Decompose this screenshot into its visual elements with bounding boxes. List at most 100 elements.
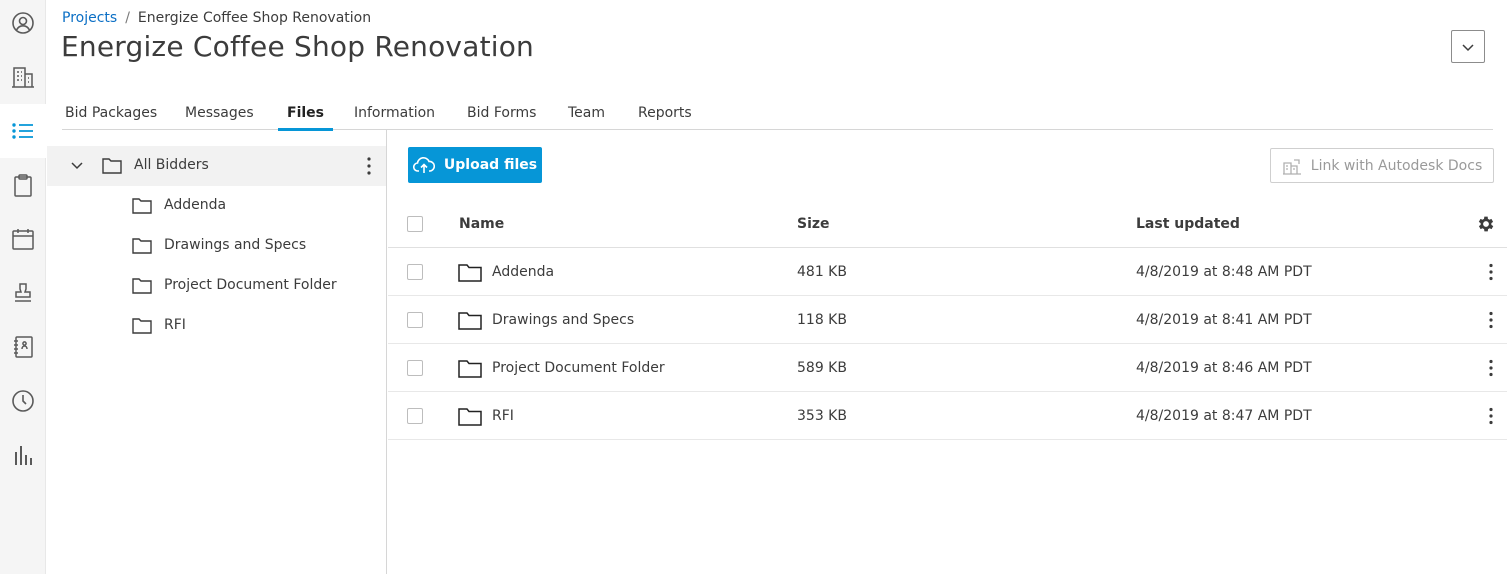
folder-icon <box>132 238 152 254</box>
row-name-cell: RFI <box>458 392 514 440</box>
tab-bid-forms[interactable]: Bid Forms <box>464 96 539 130</box>
tree-node-label: RFI <box>164 317 186 333</box>
table-row[interactable]: Addenda 481 KB 4/8/2019 at 8:48 AM PDT <box>388 248 1507 296</box>
address-book-icon <box>14 336 33 358</box>
rail-item-history[interactable] <box>0 374 46 428</box>
breadcrumb-projects-link[interactable]: Projects <box>62 10 117 26</box>
rail-item-tasks[interactable] <box>0 158 46 212</box>
row-name[interactable]: RFI <box>492 408 514 424</box>
folder-icon <box>102 158 122 174</box>
more-vertical-icon <box>1489 407 1493 425</box>
gear-icon[interactable] <box>1476 214 1496 234</box>
list-icon <box>12 123 33 139</box>
row-more-button[interactable] <box>1481 356 1501 380</box>
row-name[interactable]: Drawings and Specs <box>492 312 634 328</box>
tab-messages[interactable]: Messages <box>182 96 257 130</box>
rail-item-bid-list[interactable] <box>0 104 46 158</box>
more-vertical-icon <box>1489 311 1493 329</box>
tree-node-addenda[interactable]: Addenda <box>132 196 226 214</box>
clock-icon <box>12 390 34 412</box>
folder-icon <box>132 198 152 214</box>
table-settings-cell <box>1476 200 1496 248</box>
row-last-updated: 4/8/2019 at 8:48 AM PDT <box>1136 264 1312 280</box>
more-vertical-icon[interactable] <box>365 156 373 176</box>
row-name-cell: Drawings and Specs <box>458 296 634 344</box>
column-header-size[interactable]: Size <box>797 200 830 248</box>
project-actions-dropdown[interactable] <box>1451 30 1485 63</box>
bar-chart-icon <box>15 446 32 465</box>
user-circle-icon <box>12 12 34 34</box>
link-autodesk-docs-label: Link with Autodesk Docs <box>1310 157 1483 174</box>
rail-item-calendar[interactable] <box>0 212 46 266</box>
clipboard-icon <box>14 174 32 197</box>
folder-icon <box>458 408 482 426</box>
table-header: Name Size Last updated <box>388 200 1507 248</box>
row-last-updated: 4/8/2019 at 8:46 AM PDT <box>1136 360 1312 376</box>
row-size: 589 KB <box>797 360 847 376</box>
row-more-button[interactable] <box>1481 308 1501 332</box>
row-select-cell <box>407 344 423 392</box>
tab-files[interactable]: Files <box>278 96 333 131</box>
table-row[interactable]: RFI 353 KB 4/8/2019 at 8:47 AM PDT <box>388 392 1507 440</box>
row-name-cell: Project Document Folder <box>458 344 665 392</box>
row-name[interactable]: Addenda <box>492 264 554 280</box>
row-actions-cell <box>1481 296 1501 344</box>
column-header-last-updated[interactable]: Last updated <box>1136 200 1240 248</box>
more-vertical-icon <box>1489 359 1493 377</box>
table-row[interactable]: Project Document Folder 589 KB 4/8/2019 … <box>388 344 1507 392</box>
row-select-cell <box>407 296 423 344</box>
row-size: 118 KB <box>797 312 847 328</box>
select-all-checkbox[interactable] <box>407 216 423 232</box>
building-icon <box>12 67 34 88</box>
stamp-icon <box>15 283 31 302</box>
upload-files-button[interactable]: Upload files <box>408 147 542 183</box>
calendar-icon <box>12 229 34 250</box>
row-select-cell <box>407 248 423 296</box>
folder-icon <box>458 360 482 378</box>
rail-item-approvals[interactable] <box>0 266 46 320</box>
select-all-cell <box>407 200 423 248</box>
row-last-updated: 4/8/2019 at 8:47 AM PDT <box>1136 408 1312 424</box>
chevron-down-icon <box>1462 43 1474 51</box>
row-checkbox[interactable] <box>407 408 423 424</box>
tree-root-row[interactable]: All Bidders <box>47 146 386 186</box>
docs-building-icon <box>1282 158 1301 175</box>
chevron-down-icon[interactable] <box>70 161 84 171</box>
table-row[interactable]: Drawings and Specs 118 KB 4/8/2019 at 8:… <box>388 296 1507 344</box>
tree-node-label: All Bidders <box>134 157 209 173</box>
breadcrumb-current: Energize Coffee Shop Renovation <box>137 10 372 26</box>
project-tabs: Bid Packages Messages Files Information … <box>62 96 1493 131</box>
folder-icon <box>458 312 482 330</box>
tab-reports[interactable]: Reports <box>635 96 695 130</box>
row-more-button[interactable] <box>1481 404 1501 428</box>
row-more-button[interactable] <box>1481 260 1501 284</box>
tab-bid-packages[interactable]: Bid Packages <box>62 96 160 130</box>
row-checkbox[interactable] <box>407 360 423 376</box>
rail-item-analytics[interactable] <box>0 428 46 482</box>
row-checkbox[interactable] <box>407 264 423 280</box>
row-actions-cell <box>1481 392 1501 440</box>
tree-node-project-document-folder[interactable]: Project Document Folder <box>132 276 337 294</box>
tab-team[interactable]: Team <box>565 96 608 130</box>
rail-item-directory[interactable] <box>0 320 46 374</box>
rail-item-profile[interactable] <box>0 0 46 50</box>
tree-node-label: Drawings and Specs <box>164 237 307 253</box>
cloud-upload-icon <box>412 157 435 173</box>
more-vertical-icon <box>1489 263 1493 281</box>
folder-icon <box>458 264 482 282</box>
link-autodesk-docs-button[interactable]: Link with Autodesk Docs <box>1270 148 1494 183</box>
tab-information[interactable]: Information <box>351 96 438 130</box>
row-name-cell: Addenda <box>458 248 554 296</box>
rail-item-projects[interactable] <box>0 50 46 104</box>
row-checkbox[interactable] <box>407 312 423 328</box>
tree-node-label: Addenda <box>164 197 227 213</box>
row-name[interactable]: Project Document Folder <box>492 360 665 376</box>
tree-node-rfi[interactable]: RFI <box>132 316 186 334</box>
folder-icon <box>132 318 152 334</box>
column-header-name[interactable]: Name <box>459 200 504 248</box>
left-nav-rail <box>0 0 46 574</box>
tree-node-drawings-and-specs[interactable]: Drawings and Specs <box>132 236 306 254</box>
row-size: 481 KB <box>797 264 847 280</box>
tree-node-all-bidders[interactable]: All Bidders <box>102 156 209 174</box>
row-select-cell <box>407 392 423 440</box>
